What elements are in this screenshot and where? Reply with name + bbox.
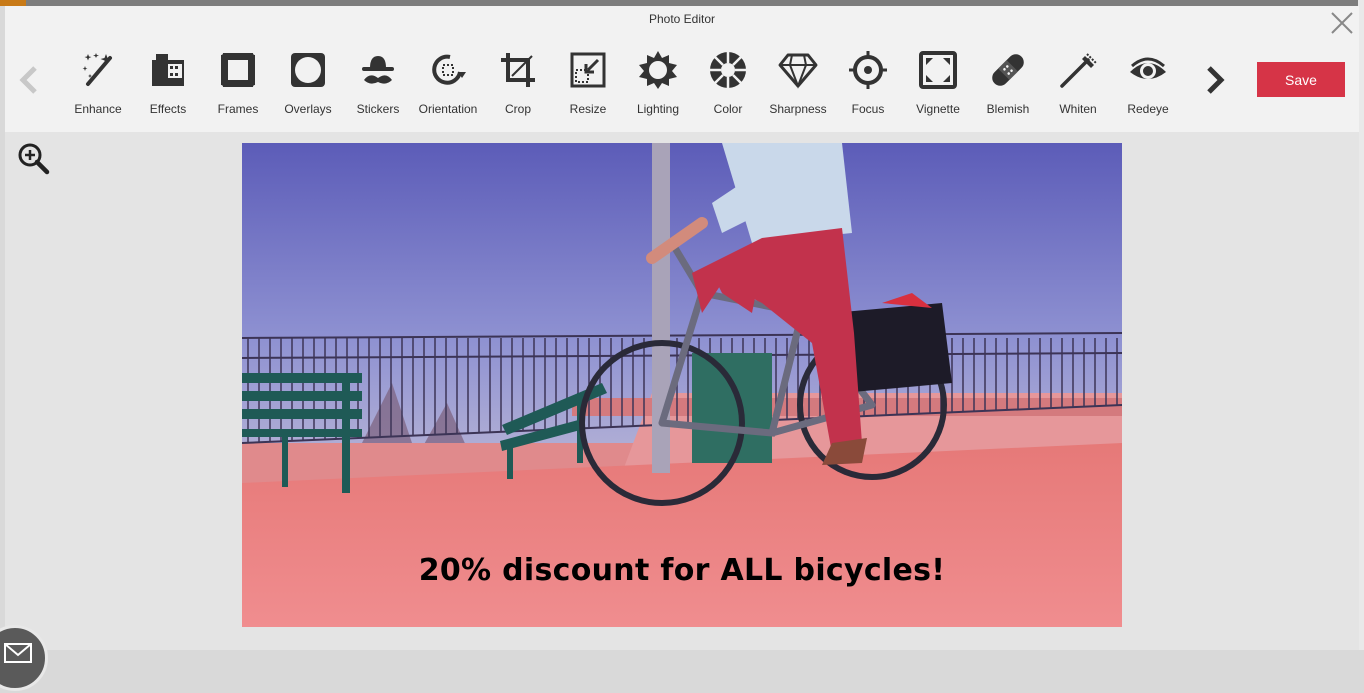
resize-icon <box>570 52 606 88</box>
chevron-left-icon <box>19 66 37 94</box>
tool-label: Frames <box>217 102 259 116</box>
chat-widget-button[interactable] <box>0 625 48 691</box>
tool-frames[interactable]: Frames <box>203 50 273 122</box>
mail-icon <box>4 643 32 663</box>
tool-label: Lighting <box>636 102 680 116</box>
tool-lighting[interactable]: Lighting <box>623 50 693 122</box>
tool-whiten[interactable]: Whiten <box>1043 50 1113 122</box>
editor-toolbar: Photo Editor Enhance Effects Frames Over… <box>5 6 1359 132</box>
tool-label: Sharpness <box>769 102 827 116</box>
promo-caption: 20% discount for ALL bicycles! <box>418 553 946 588</box>
color-wheel-icon <box>710 52 746 88</box>
tool-label: Overlays <box>284 102 332 116</box>
tool-label: Whiten <box>1059 102 1097 116</box>
toothbrush-icon <box>1060 53 1097 88</box>
next-tools-button[interactable] <box>1201 62 1229 98</box>
close-button[interactable] <box>1329 10 1355 36</box>
eye-icon <box>1130 57 1166 79</box>
window-title: Photo Editor <box>648 12 716 26</box>
tool-vignette[interactable]: Vignette <box>903 50 973 122</box>
sun-icon <box>639 51 677 89</box>
zoom-in-icon <box>18 143 50 175</box>
tool-label: Blemish <box>986 102 1030 116</box>
rotate-icon <box>432 54 466 85</box>
photo-editor-modal: Photo Editor Enhance Effects Frames Over… <box>5 6 1359 650</box>
close-icon <box>1331 12 1353 34</box>
tool-label: Enhance <box>74 102 122 116</box>
tool-label: Color <box>713 102 743 116</box>
tool-label: Crop <box>504 102 531 116</box>
overlay-icon <box>291 53 325 87</box>
save-button[interactable]: Save <box>1257 62 1345 97</box>
diamond-icon <box>778 53 818 89</box>
tool-orientation[interactable]: Orientation <box>413 50 483 122</box>
tool-sharpness[interactable]: Sharpness <box>763 50 833 122</box>
tool-redeye[interactable]: Redeye <box>1113 50 1183 122</box>
tool-effects[interactable]: Effects <box>133 50 203 122</box>
bandage-icon <box>992 54 1024 86</box>
vignette-icon <box>919 51 957 89</box>
previous-tools-button[interactable] <box>15 62 43 98</box>
tool-color[interactable]: Color <box>693 50 763 122</box>
tool-enhance[interactable]: Enhance <box>63 50 133 122</box>
tool-label: Resize <box>569 102 607 116</box>
crop-icon <box>501 53 535 87</box>
tool-label: Vignette <box>916 102 960 116</box>
tool-stickers[interactable]: Stickers <box>343 50 413 122</box>
hat-mustache-icon <box>362 56 394 84</box>
zoom-in-button[interactable] <box>15 140 51 176</box>
crosshair-icon <box>849 51 887 89</box>
tool-label: Orientation <box>418 102 478 116</box>
film-icon <box>152 54 184 86</box>
tool-crop[interactable]: Crop <box>483 50 553 122</box>
frame-icon <box>219 51 257 89</box>
photo-canvas[interactable]: 20% discount for ALL bicycles! <box>242 143 1122 627</box>
tool-resize[interactable]: Resize <box>553 50 623 122</box>
tool-overlays[interactable]: Overlays <box>273 50 343 122</box>
tool-label: Focus <box>851 102 885 116</box>
chevron-right-icon <box>1207 66 1225 94</box>
tool-label: Stickers <box>356 102 400 116</box>
magic-wand-icon <box>82 53 112 86</box>
tool-focus[interactable]: Focus <box>833 50 903 122</box>
tool-blemish[interactable]: Blemish <box>973 50 1043 122</box>
tool-label: Effects <box>149 102 187 116</box>
tool-label: Redeye <box>1127 102 1169 116</box>
